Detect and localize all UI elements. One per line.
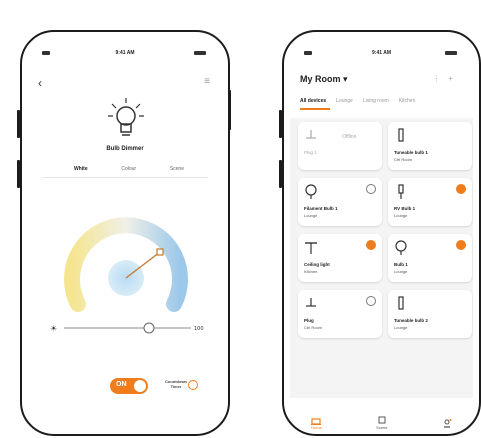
device-card[interactable]: Offline Plug 1: [298, 122, 382, 170]
tab-all-devices[interactable]: All devices: [300, 98, 326, 104]
device-card[interactable]: RV Bulb 1 Lounge: [388, 178, 472, 226]
device-card[interactable]: Tuneable bulb 2 Lounge: [388, 290, 472, 338]
power-button[interactable]: [456, 184, 466, 194]
plug-icon: [306, 298, 316, 307]
device-card[interactable]: Ceiling light Kitchen: [298, 234, 382, 282]
device-name: RV Bulb 1: [394, 206, 416, 211]
device-room: Lounge: [304, 213, 318, 218]
timer-label[interactable]: Countdown Timer: [164, 379, 188, 389]
color-temperature-dial[interactable]: [56, 192, 196, 322]
device-name: Filament Bulb 1: [304, 206, 338, 211]
device-room: Kitchen: [304, 269, 318, 274]
battery-icon: [445, 50, 457, 56]
tab-colour[interactable]: Colour: [121, 166, 136, 172]
signal-icon: [304, 50, 312, 56]
side-button: [17, 160, 20, 188]
power-toggle-label: ON: [116, 381, 127, 388]
device-room: Lounge: [394, 269, 408, 274]
nav-scene[interactable]: Scene: [376, 416, 388, 430]
tab-lounge[interactable]: Lounge: [336, 98, 353, 104]
tab-white[interactable]: White: [74, 166, 88, 172]
dial-handle[interactable]: [156, 248, 164, 256]
offline-status: Offline: [342, 134, 357, 140]
chevron-left-icon[interactable]: ‹: [38, 76, 42, 90]
phone-left: 9:41 AM ‹ ≡ Bulb Dimmer White Colour Sce…: [20, 30, 230, 436]
add-icon[interactable]: +: [448, 74, 461, 83]
status-bar: 9:41 AM: [284, 50, 479, 60]
power-toggle[interactable]: ON: [110, 378, 148, 394]
brightness-slider[interactable]: ☀ 100: [46, 322, 206, 334]
active-tab-indicator: [300, 108, 330, 110]
device-title: Bulb Dimmer: [106, 146, 144, 152]
device-room: Lounge: [394, 325, 408, 330]
status-bar: 9:41 AM: [22, 50, 228, 60]
device-room: Ctrl Room: [394, 157, 413, 162]
svg-text:100: 100: [194, 326, 204, 332]
device-name: Tuneable bulb 2: [394, 318, 428, 323]
device-card[interactable]: Bulb 1 Lounge: [388, 234, 472, 282]
device-name: Plug: [304, 318, 314, 323]
bulb-icon: [305, 184, 317, 199]
timer-icon[interactable]: [188, 380, 198, 390]
svg-text:☀: ☀: [50, 324, 57, 333]
bottom-nav: Home Scene: [284, 410, 479, 434]
room-selector[interactable]: My Room ▾: [300, 74, 348, 85]
tube-icon: [398, 296, 404, 310]
device-name: Tuneable bulb 1: [394, 150, 428, 155]
tab-kitchen[interactable]: Kitchen: [399, 98, 416, 104]
device-card[interactable]: Tuneable bulb 1 Ctrl Room: [388, 122, 472, 170]
nav-profile[interactable]: [442, 418, 452, 428]
bulb-icon: [108, 98, 144, 136]
power-button[interactable]: [366, 184, 376, 194]
scene-icon: [378, 416, 386, 424]
menu-icon[interactable]: ≡: [204, 76, 210, 87]
device-card[interactable]: Plug Ctrl Room: [298, 290, 382, 338]
side-button: [279, 160, 282, 188]
power-button[interactable]: [456, 240, 466, 250]
nav-home[interactable]: Home: [311, 416, 322, 430]
profile-icon: [443, 418, 452, 428]
device-name: Ceiling light: [304, 262, 330, 267]
signal-icon: [42, 50, 50, 56]
power-button[interactable]: [366, 296, 376, 306]
nav-scene-label: Scene: [376, 425, 388, 430]
bulb-icon: [395, 240, 407, 255]
tab-scene[interactable]: Scene: [170, 166, 184, 172]
tabs-divider: [42, 177, 208, 178]
device-room: Ctrl Room: [304, 325, 323, 330]
battery-icon: [194, 50, 206, 56]
side-button: [279, 110, 282, 138]
lamp-icon: [398, 184, 404, 199]
home-icon: [311, 418, 322, 425]
phone-right: 9:41 AM My Room ▾ ⋮+ All devices Lounge …: [282, 30, 481, 436]
status-time: 9:41 AM: [372, 50, 391, 56]
mode-tabs: White Colour Scene: [74, 166, 184, 172]
header-icons: ⋮+: [432, 74, 461, 83]
status-time: 9:41 AM: [115, 50, 135, 56]
plug-icon: [306, 130, 316, 139]
side-button: [228, 90, 231, 130]
device-name: Bulb 1: [394, 262, 408, 267]
ceiling-light-icon: [305, 242, 317, 254]
device-room: Lounge: [394, 213, 408, 218]
device-card[interactable]: Filament Bulb 1 Lounge: [298, 178, 382, 226]
device-name: Plug 1: [304, 150, 317, 155]
tube-icon: [398, 128, 404, 142]
power-button[interactable]: [366, 240, 376, 250]
nav-home-label: Home: [311, 425, 322, 430]
toggle-knob: [134, 380, 146, 392]
tab-living-room[interactable]: Living room: [363, 98, 389, 104]
room-tabs: All devices Lounge Living room Kitchen: [300, 98, 473, 104]
side-button: [17, 110, 20, 138]
edit-icon[interactable]: ⋮: [432, 74, 448, 83]
